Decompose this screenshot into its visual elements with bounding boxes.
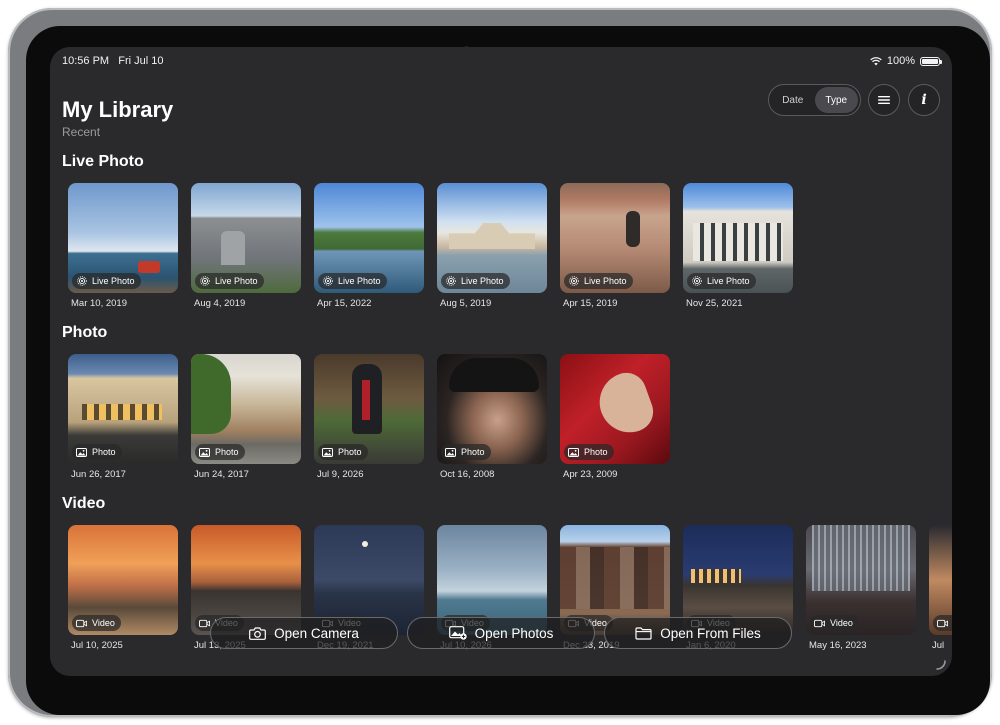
section-title-video: Video	[62, 495, 106, 512]
item-date: Aug 5, 2019	[440, 298, 492, 309]
thumbnail: Photo	[191, 354, 301, 464]
photos-add-icon	[448, 626, 467, 640]
sort-option-date[interactable]: Date	[771, 87, 815, 113]
live-photo-badge: Live Photo	[318, 273, 387, 289]
section-title-photo: Photo	[62, 324, 108, 341]
photo-item[interactable]: Photo Oct 16, 2008	[437, 354, 547, 480]
thumbnail: Photo	[314, 354, 424, 464]
photo-item[interactable]: Photo Jun 24, 2017	[191, 354, 301, 480]
live-photo-item[interactable]: Live Photo Aug 4, 2019	[191, 183, 301, 309]
item-date: Oct 16, 2008	[440, 469, 495, 480]
photo-row: Photo Jun 26, 2017 Photo Jun 24, 2017 Ph…	[68, 354, 952, 489]
page-subtitle: Recent	[62, 125, 101, 139]
live-photo-badge: Live Photo	[441, 273, 510, 289]
status-right: 100%	[870, 55, 942, 67]
photo-icon	[199, 447, 210, 458]
wifi-icon	[870, 56, 882, 65]
thumbnail: Photo	[68, 354, 178, 464]
photo-icon	[76, 447, 87, 458]
info-button[interactable]: i	[908, 84, 940, 116]
live-photo-item[interactable]: Live Photo Aug 5, 2019	[437, 183, 547, 309]
page-title: My Library	[62, 97, 174, 122]
item-date: Aug 4, 2019	[194, 298, 246, 309]
live-photo-icon	[568, 276, 579, 287]
item-date: Jun 26, 2017	[71, 469, 126, 480]
thumbnail: Live Photo	[437, 183, 547, 293]
item-date: Mar 10, 2019	[71, 298, 127, 309]
open-camera-label: Open Camera	[274, 625, 359, 641]
battery-icon	[920, 56, 942, 66]
photo-item[interactable]: Photo Jun 26, 2017	[68, 354, 178, 480]
open-camera-button[interactable]: Open Camera	[210, 617, 398, 649]
item-date: Apr 15, 2022	[317, 298, 372, 309]
app-screen: 10:56 PM Fri Jul 10 100% My Library Rece…	[50, 47, 952, 676]
open-photos-button[interactable]: Open Photos	[407, 617, 595, 649]
bottom-toolbar: Open Camera Open Photos Open From Files	[50, 617, 952, 649]
photo-badge: Photo	[318, 444, 368, 460]
item-date: Apr 23, 2009	[563, 469, 618, 480]
item-date: Nov 25, 2021	[686, 298, 743, 309]
thumbnail: Photo	[437, 354, 547, 464]
live-photo-item[interactable]: Live Photo Mar 10, 2019	[68, 183, 178, 309]
sort-segmented-control: Date Type	[768, 84, 861, 116]
folder-icon	[635, 626, 652, 640]
live-photo-icon	[76, 276, 87, 287]
live-photo-item[interactable]: Live Photo Apr 15, 2019	[560, 183, 670, 309]
open-files-button[interactable]: Open From Files	[604, 617, 792, 649]
live-photo-icon	[445, 276, 456, 287]
item-date: Jul 9, 2026	[317, 469, 364, 480]
live-photo-badge: Live Photo	[564, 273, 633, 289]
live-photo-icon	[199, 276, 210, 287]
live-photo-item[interactable]: Live Photo Apr 15, 2022	[314, 183, 424, 309]
menu-button[interactable]	[868, 84, 900, 116]
sort-option-type[interactable]: Type	[814, 87, 858, 113]
thumbnail: Live Photo	[314, 183, 424, 293]
status-bar: 10:56 PM Fri Jul 10 100%	[62, 55, 942, 71]
live-photo-badge: Live Photo	[687, 273, 756, 289]
thumbnail: Live Photo	[68, 183, 178, 293]
live-photo-icon	[691, 276, 702, 287]
photo-badge: Photo	[564, 444, 614, 460]
item-date: Jun 24, 2017	[194, 469, 249, 480]
thumbnail: Photo	[560, 354, 670, 464]
photo-badge: Photo	[195, 444, 245, 460]
item-date: Apr 15, 2019	[563, 298, 618, 309]
photo-item[interactable]: Photo Apr 23, 2009	[560, 354, 670, 480]
list-icon	[878, 96, 890, 104]
photo-badge: Photo	[72, 444, 122, 460]
photo-icon	[322, 447, 333, 458]
photo-icon	[445, 447, 456, 458]
status-time: 10:56 PM Fri Jul 10	[62, 55, 164, 67]
live-photo-row: Live Photo Mar 10, 2019 Live Photo Aug 4…	[68, 183, 952, 318]
photo-badge: Photo	[441, 444, 491, 460]
thumbnail: Live Photo	[560, 183, 670, 293]
open-photos-label: Open Photos	[474, 625, 554, 641]
live-photo-item[interactable]: Live Photo Nov 25, 2021	[683, 183, 793, 309]
photo-item[interactable]: Photo Jul 9, 2026	[314, 354, 424, 480]
section-title-live-photo: Live Photo	[62, 153, 144, 170]
camera-icon	[249, 626, 266, 640]
photo-icon	[568, 447, 579, 458]
thumbnail: Live Photo	[191, 183, 301, 293]
live-photo-badge: Live Photo	[195, 273, 264, 289]
info-icon: i	[921, 92, 927, 108]
battery-percent: 100%	[886, 55, 915, 67]
live-photo-icon	[322, 276, 333, 287]
live-photo-badge: Live Photo	[72, 273, 141, 289]
open-files-label: Open From Files	[660, 625, 761, 641]
thumbnail: Live Photo	[683, 183, 793, 293]
resize-handle-icon[interactable]	[936, 660, 946, 670]
